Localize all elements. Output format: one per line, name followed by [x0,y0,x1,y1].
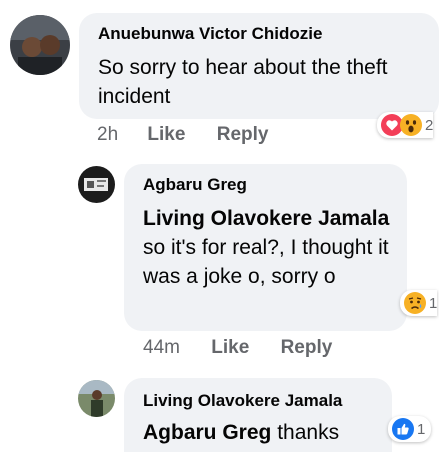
mention-link[interactable]: Agbaru Greg [143,421,271,444]
like-reaction-icon [392,418,414,440]
comment-author[interactable]: Anuebunwa Victor Chidozie [98,24,322,44]
comment-bubble: Agbaru Greg Living Olavokere Jamala so i… [124,164,407,331]
comment-bubble: Living Olavokere Jamala Agbaru Greg than… [124,378,392,452]
reaction-summary[interactable]: 1 [400,290,438,316]
mention-link[interactable]: Living Olavokere Jamala [143,207,389,230]
reply-button[interactable]: Reply [281,337,333,358]
comment-text: Agbaru Greg thanks [143,418,339,447]
comment-bubble: Anuebunwa Victor Chidozie So sorry to he… [79,13,439,119]
comment-author[interactable]: Agbaru Greg [143,175,247,195]
comment-timestamp[interactable]: 44m [143,337,180,358]
comment-timestamp[interactable]: 2h [97,124,118,145]
reply-button[interactable]: Reply [217,124,269,145]
avatar[interactable] [78,380,115,417]
reaction-summary[interactable]: 1 [388,416,432,442]
reaction-count: 2 [425,116,434,134]
reaction-count: 1 [417,420,426,438]
sad-reaction-icon [404,292,426,314]
comment-body: so it's for real?, I thought it was a jo… [143,236,389,288]
comment-author[interactable]: Living Olavokere Jamala [143,391,342,411]
reaction-count: 1 [429,294,438,312]
like-button[interactable]: Like [211,337,249,358]
reaction-summary[interactable]: 2 [377,112,434,138]
comment-text: Living Olavokere Jamala so it's for real… [143,204,395,291]
like-button[interactable]: Like [147,124,185,145]
wow-reaction-icon [400,114,422,136]
comment-actions: 2h Like Reply [97,124,268,146]
avatar[interactable] [10,15,70,75]
comment-text: So sorry to hear about the theft inciden… [98,56,388,108]
comment-body: thanks [277,421,340,444]
comment-actions: 44m Like Reply [143,337,332,359]
avatar[interactable] [78,166,115,203]
